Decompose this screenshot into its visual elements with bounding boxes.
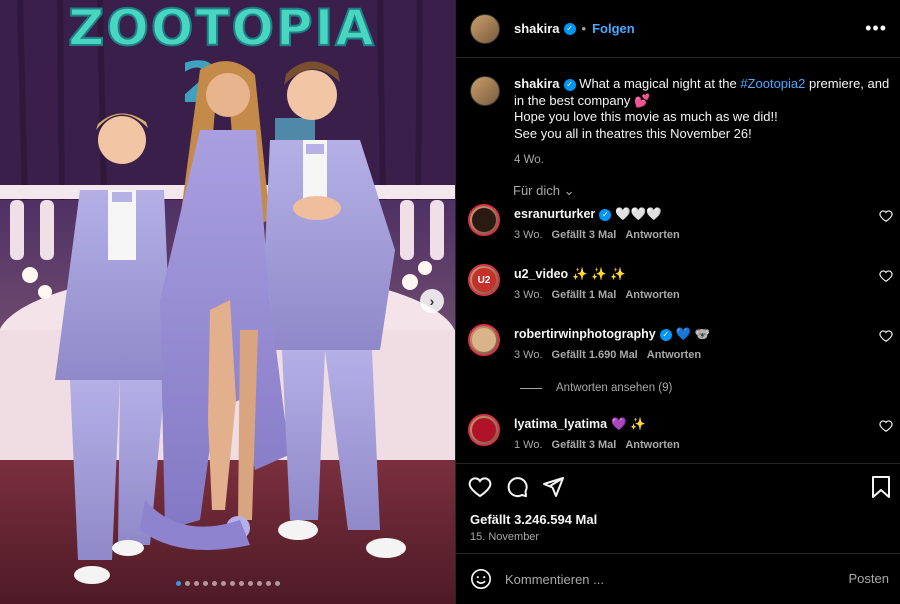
comment-time[interactable]: 3 Wo. (514, 229, 543, 241)
caption-timestamp[interactable]: 4 Wo. (514, 152, 890, 169)
comment-likes[interactable]: Gefällt 3 Mal (552, 229, 617, 241)
instagram-post-view: ZOOTOPIA 2 (0, 0, 900, 604)
separator-dot: • (581, 21, 587, 36)
carousel-dot[interactable] (229, 581, 235, 586)
caption-emoji: 💕 (633, 92, 651, 108)
comments-scroll-area[interactable]: shakira ✓ What a magical night at the #Zo… (456, 58, 900, 463)
comment-item: esranurturker ✓ 🤍🤍🤍 3 Wo. Gefällt 3 Mal Antw… (468, 204, 893, 256)
for-you-sort-dropdown[interactable]: Für dich ⌄ (513, 183, 575, 199)
post-comment-button[interactable]: Posten (849, 571, 889, 586)
comment-input[interactable] (505, 568, 835, 590)
comment-item: lyatima_lyatima 💜 ✨ 1 Wo. Gefällt 3 Mal Ant… (468, 414, 893, 463)
comment-text: 💜 ✨ (611, 417, 646, 431)
carousel-dot[interactable] (256, 581, 262, 586)
comment-reply-button[interactable]: Antworten (625, 229, 679, 241)
follow-button[interactable]: Folgen (592, 21, 635, 36)
photo-illustration: ZOOTOPIA 2 (0, 0, 455, 604)
caption-line-2: Hope you love this movie as much as we d… (514, 109, 778, 124)
carousel-dot[interactable] (247, 581, 253, 586)
view-replies-label: Antworten ansehen (9) (556, 382, 673, 394)
author-username[interactable]: shakira (514, 21, 560, 36)
carousel-dot[interactable] (265, 581, 271, 586)
carousel-dot[interactable] (202, 581, 208, 586)
comment-avatar[interactable] (468, 414, 500, 446)
verified-badge-icon: ✓ (563, 78, 576, 91)
share-paper-plane-icon[interactable] (541, 475, 565, 499)
comment-avatar[interactable] (468, 324, 500, 356)
zootopia-logo: ZOOTOPIA (68, 0, 376, 57)
verified-badge-icon: ✓ (563, 22, 576, 35)
comment-username[interactable]: robertirwinphotography (514, 327, 656, 341)
comment-username[interactable]: esranurturker (514, 207, 595, 221)
heart-icon[interactable] (879, 329, 893, 343)
comment-item: U2 u2_video ✨ ✨ ✨ 3 Wo. Gefällt 1 Mal Antwo… (468, 264, 893, 316)
carousel-dot[interactable] (193, 581, 199, 586)
more-options-icon[interactable]: ••• (865, 18, 887, 39)
comment-item: robertirwinphotography ✓ 💙 🐨 3 Wo. Gefällt … (468, 324, 893, 376)
post-actions-bar: Gefällt 3.246.594 Mal 15. November (456, 463, 900, 543)
comment-composer: Posten (456, 553, 900, 604)
caption-author-username[interactable]: shakira (514, 76, 560, 91)
comment-time[interactable]: 1 Wo. (514, 439, 543, 451)
caption-hashtag-link[interactable]: #Zootopia2 (740, 76, 805, 91)
carousel-next-button[interactable]: › (420, 289, 444, 313)
author-avatar[interactable] (470, 13, 500, 44)
comment-avatar[interactable]: U2 (468, 264, 500, 296)
carousel-dot[interactable] (238, 581, 244, 586)
for-you-label: Für dich (513, 183, 560, 198)
heart-icon[interactable] (879, 419, 893, 433)
comment-username[interactable]: lyatima_lyatima (514, 417, 607, 431)
caption-author-avatar[interactable] (470, 76, 500, 106)
like-heart-icon[interactable] (468, 475, 492, 499)
carousel-dot[interactable] (274, 581, 280, 586)
heart-icon[interactable] (879, 209, 893, 223)
comment-avatar[interactable] (468, 204, 500, 236)
comment-reply-button[interactable]: Antworten (625, 439, 679, 451)
post-photo[interactable]: ZOOTOPIA 2 (0, 0, 455, 604)
caption-text-start: What a magical night at the (579, 76, 741, 91)
comment-likes[interactable]: Gefällt 3 Mal (552, 439, 617, 451)
post-caption: shakira ✓ What a magical night at the #Zo… (470, 76, 890, 169)
view-replies-button[interactable]: Antworten ansehen (9) (520, 382, 672, 394)
heart-icon[interactable] (879, 269, 893, 283)
post-date: 15. November (470, 531, 540, 543)
chevron-down-icon: ⌄ (563, 183, 575, 198)
verified-badge-icon: ✓ (599, 208, 612, 221)
carousel-dot[interactable] (211, 581, 217, 586)
comment-likes[interactable]: Gefällt 1 Mal (552, 289, 617, 301)
comment-time[interactable]: 3 Wo. (514, 289, 543, 301)
carousel-dot[interactable] (175, 581, 181, 586)
comment-text: ✨ ✨ ✨ (572, 267, 626, 281)
comment-username[interactable]: u2_video (514, 267, 568, 281)
comment-reply-button[interactable]: Antworten (647, 349, 701, 361)
verified-badge-icon: ✓ (659, 328, 672, 341)
comment-likes[interactable]: Gefällt 1.690 Mal (552, 349, 638, 361)
like-count[interactable]: Gefällt 3.246.594 Mal (470, 512, 597, 527)
comment-reply-button[interactable]: Antworten (625, 289, 679, 301)
comment-text: 💙 🐨 (675, 327, 711, 341)
post-header: shakira ✓ • Folgen ••• (456, 0, 900, 58)
replies-divider-line (520, 387, 542, 389)
carousel-dot[interactable] (220, 581, 226, 586)
carousel-dot[interactable] (184, 581, 190, 586)
save-bookmark-icon[interactable] (871, 475, 891, 499)
caption-line-3: See you all in theatres this November 26… (514, 125, 752, 141)
carousel-dots (0, 581, 455, 586)
emoji-smiley-icon[interactable] (470, 568, 492, 590)
comment-text: 🤍🤍🤍 (615, 207, 662, 221)
comment-time[interactable]: 3 Wo. (514, 349, 543, 361)
comment-bubble-icon[interactable] (505, 475, 529, 499)
post-side-panel: shakira ✓ • Folgen ••• shakira ✓ What a m… (455, 0, 900, 604)
